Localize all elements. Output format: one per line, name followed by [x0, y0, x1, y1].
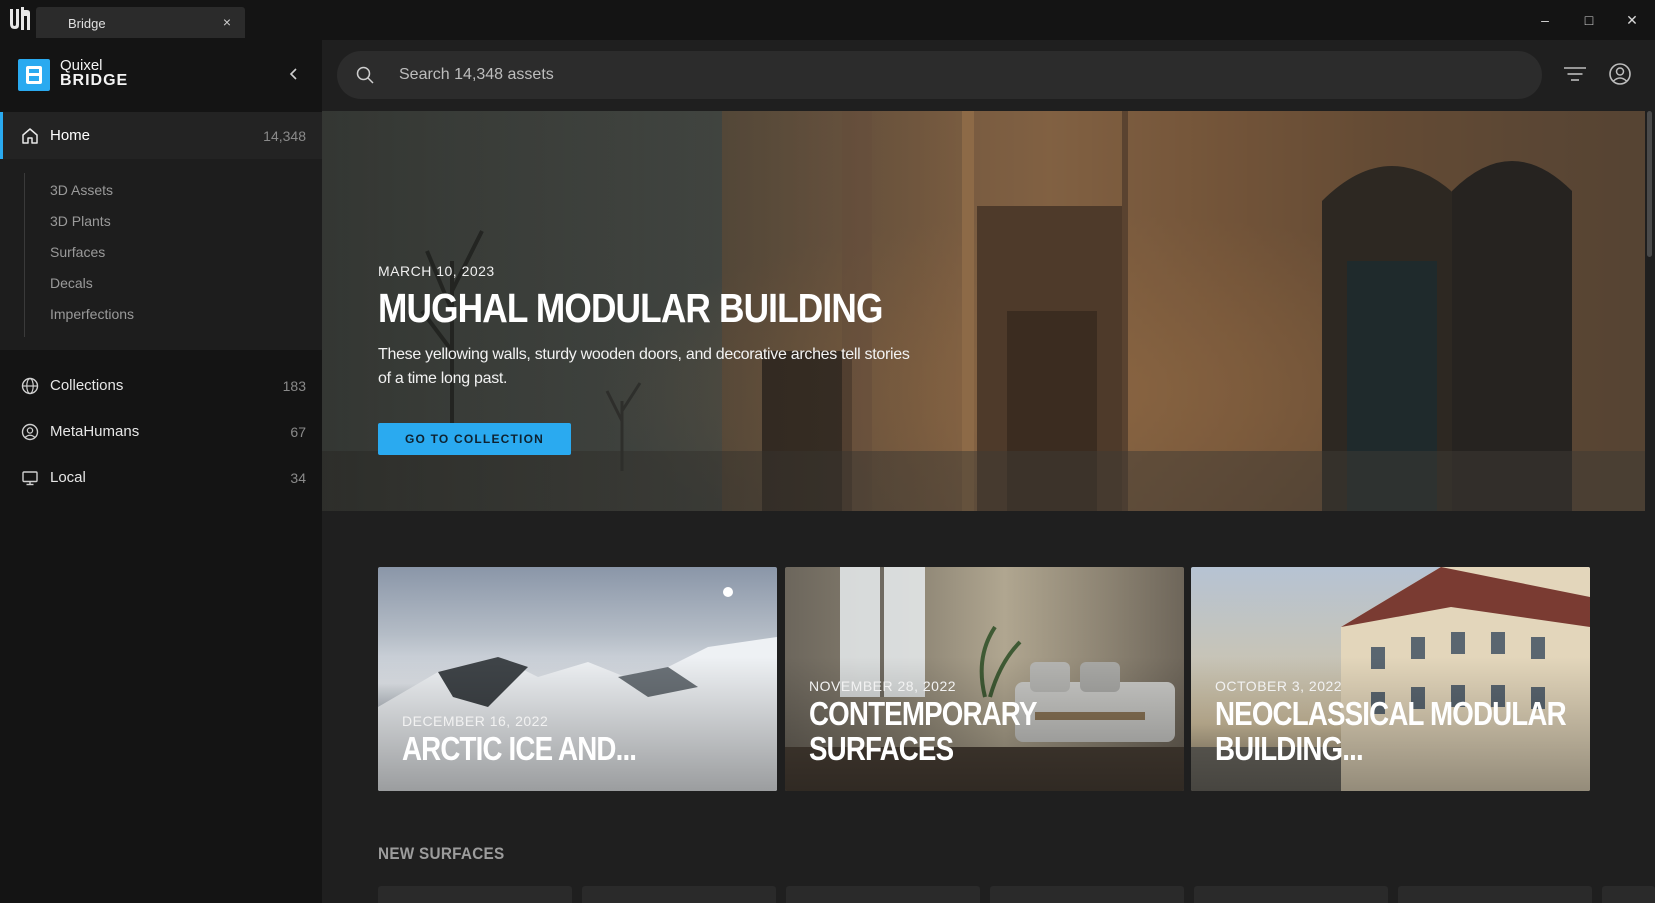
- sidebar-item-label: Local: [50, 469, 86, 486]
- tab-bridge[interactable]: Bridge ×: [36, 7, 245, 38]
- asset-thumbnail[interactable]: [582, 886, 776, 903]
- tab-label: Bridge: [68, 16, 106, 31]
- title-bar: Bridge × – □ ✕: [0, 0, 1655, 40]
- hero-title: MUGHAL MODULAR BUILDING: [378, 285, 883, 331]
- brand-name-bottom: BRIDGE: [60, 72, 129, 89]
- asset-thumbnail[interactable]: [1398, 886, 1592, 903]
- card-title-line-2: BUILDING...: [1215, 730, 1364, 767]
- unreal-engine-logo-icon: [10, 7, 30, 30]
- card-title-line-1: NEOCLASSICAL MODULAR: [1215, 695, 1567, 732]
- asset-thumbnail[interactable]: [1194, 886, 1388, 903]
- collection-card-contemporary[interactable]: NOVEMBER 28, 2022 CONTEMPORARY SURFACES: [785, 567, 1184, 791]
- hero-date: MARCH 10, 2023: [378, 263, 495, 279]
- go-to-collection-button[interactable]: GO TO COLLECTION: [378, 423, 571, 455]
- sidebar-item-label: Collections: [50, 377, 124, 394]
- sidebar-item-local[interactable]: Local 34: [0, 455, 322, 501]
- sidebar: Quixel BRIDGE Home 14,348 3D Assets 3D P…: [0, 40, 322, 903]
- hero-description: These yellowing walls, sturdy wooden doo…: [378, 346, 910, 387]
- sidebar-item-label: Home: [50, 127, 91, 144]
- main-content: MARCH 10, 2023 MUGHAL MODULAR BUILDING T…: [322, 40, 1655, 903]
- card-title: ARCTIC ICE AND...: [402, 730, 637, 767]
- asset-thumbnail[interactable]: [990, 886, 1184, 903]
- subnav-divider: [24, 173, 25, 337]
- globe-icon: [21, 377, 39, 395]
- sidebar-item-count: 67: [290, 424, 306, 440]
- user-circle-icon: [21, 423, 39, 441]
- hero-banner: MARCH 10, 2023 MUGHAL MODULAR BUILDING T…: [322, 111, 1645, 511]
- search-input[interactable]: [399, 63, 1499, 87]
- sidebar-subitem-3d-plants[interactable]: 3D Plants: [50, 213, 111, 229]
- sidebar-subitem-3d-assets[interactable]: 3D Assets: [50, 182, 113, 198]
- tab-close-icon[interactable]: ×: [219, 14, 235, 30]
- scrollbar-thumb[interactable]: [1647, 111, 1652, 257]
- sidebar-item-count: 183: [282, 378, 306, 394]
- asset-thumbnail[interactable]: [786, 886, 980, 903]
- card-date: NOVEMBER 28, 2022: [809, 678, 957, 694]
- filter-icon[interactable]: [1562, 62, 1588, 88]
- featured-collections: DECEMBER 16, 2022 ARCTIC ICE AND... NOVE…: [378, 567, 1591, 791]
- sidebar-item-collections[interactable]: Collections 183: [0, 363, 322, 409]
- bridge-logo-icon: [18, 59, 50, 91]
- collapse-sidebar-chevron-icon[interactable]: [284, 64, 304, 84]
- new-surfaces-row: [378, 886, 1655, 903]
- card-date: OCTOBER 3, 2022: [1215, 678, 1343, 694]
- close-window-button[interactable]: ✕: [1620, 10, 1644, 30]
- sidebar-subitem-surfaces[interactable]: Surfaces: [50, 244, 105, 260]
- card-date: DECEMBER 16, 2022: [402, 713, 549, 729]
- card-title-line-2: SURFACES: [809, 730, 954, 767]
- scrollbar[interactable]: [1646, 111, 1653, 903]
- home-subnav: 3D Assets 3D Plants Surfaces Decals Impe…: [0, 159, 322, 350]
- minimize-button[interactable]: –: [1533, 10, 1557, 30]
- section-title-new-surfaces: NEW SURFACES: [378, 844, 505, 863]
- collection-card-neoclassical[interactable]: OCTOBER 3, 2022 NEOCLASSICAL MODULAR BUI…: [1191, 567, 1590, 791]
- sidebar-item-count: 34: [290, 470, 306, 486]
- monitor-icon: [22, 471, 38, 486]
- card-title-line-1: CONTEMPORARY: [809, 695, 1037, 732]
- sidebar-item-metahumans[interactable]: MetaHumans 67: [0, 409, 322, 455]
- account-icon[interactable]: [1607, 61, 1633, 87]
- search-icon: [356, 66, 374, 84]
- maximize-button[interactable]: □: [1577, 10, 1601, 30]
- sidebar-item-label: MetaHumans: [50, 423, 140, 440]
- active-indicator: [0, 112, 3, 159]
- brand-name-top: Quixel: [60, 57, 103, 74]
- sidebar-subitem-decals[interactable]: Decals: [50, 275, 93, 291]
- home-icon: [22, 128, 38, 144]
- sidebar-subitem-imperfections[interactable]: Imperfections: [50, 306, 134, 322]
- sidebar-item-count: 14,348: [263, 128, 306, 144]
- asset-thumbnail[interactable]: [378, 886, 572, 903]
- search-bar[interactable]: [337, 51, 1542, 99]
- collection-card-arctic[interactable]: DECEMBER 16, 2022 ARCTIC ICE AND...: [378, 567, 777, 791]
- sidebar-item-home[interactable]: Home 14,348: [0, 112, 322, 159]
